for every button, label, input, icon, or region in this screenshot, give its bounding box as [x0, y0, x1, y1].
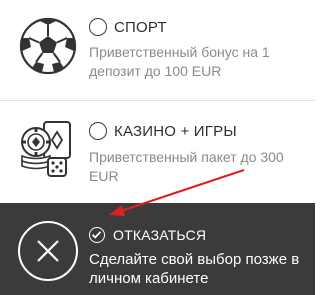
bonus-option-casino[interactable]: КАЗИНО + ИГРЫ Приветственный пакет до 30…: [0, 102, 315, 203]
bonus-option-sport[interactable]: СПОРТ Приветственный бонус на 1 депозит …: [0, 0, 315, 101]
bonus-option-decline[interactable]: ОТКАЗАТЬСЯ Сделайте свой выбор позже в л…: [0, 203, 315, 295]
decline-radio-checked[interactable]: [89, 227, 105, 243]
sport-title: СПОРТ: [114, 19, 167, 36]
sport-description: Приветственный бонус на 1 депозит до 100…: [89, 44, 270, 79]
decline-description: Сделайте свой выбор позже в личном кабин…: [89, 251, 300, 287]
close-circle-icon: [18, 221, 78, 281]
casino-title: КАЗИНО + ИГРЫ: [114, 123, 237, 140]
decline-title: ОТКАЗАТЬСЯ: [113, 227, 207, 243]
casino-chips-cards-dice-icon: [21, 121, 71, 177]
casino-radio[interactable]: [89, 122, 107, 140]
casino-description: Приветственный пакет до 300 EUR: [89, 149, 284, 184]
soccer-ball-icon: [19, 17, 77, 75]
sport-radio[interactable]: [89, 18, 107, 36]
